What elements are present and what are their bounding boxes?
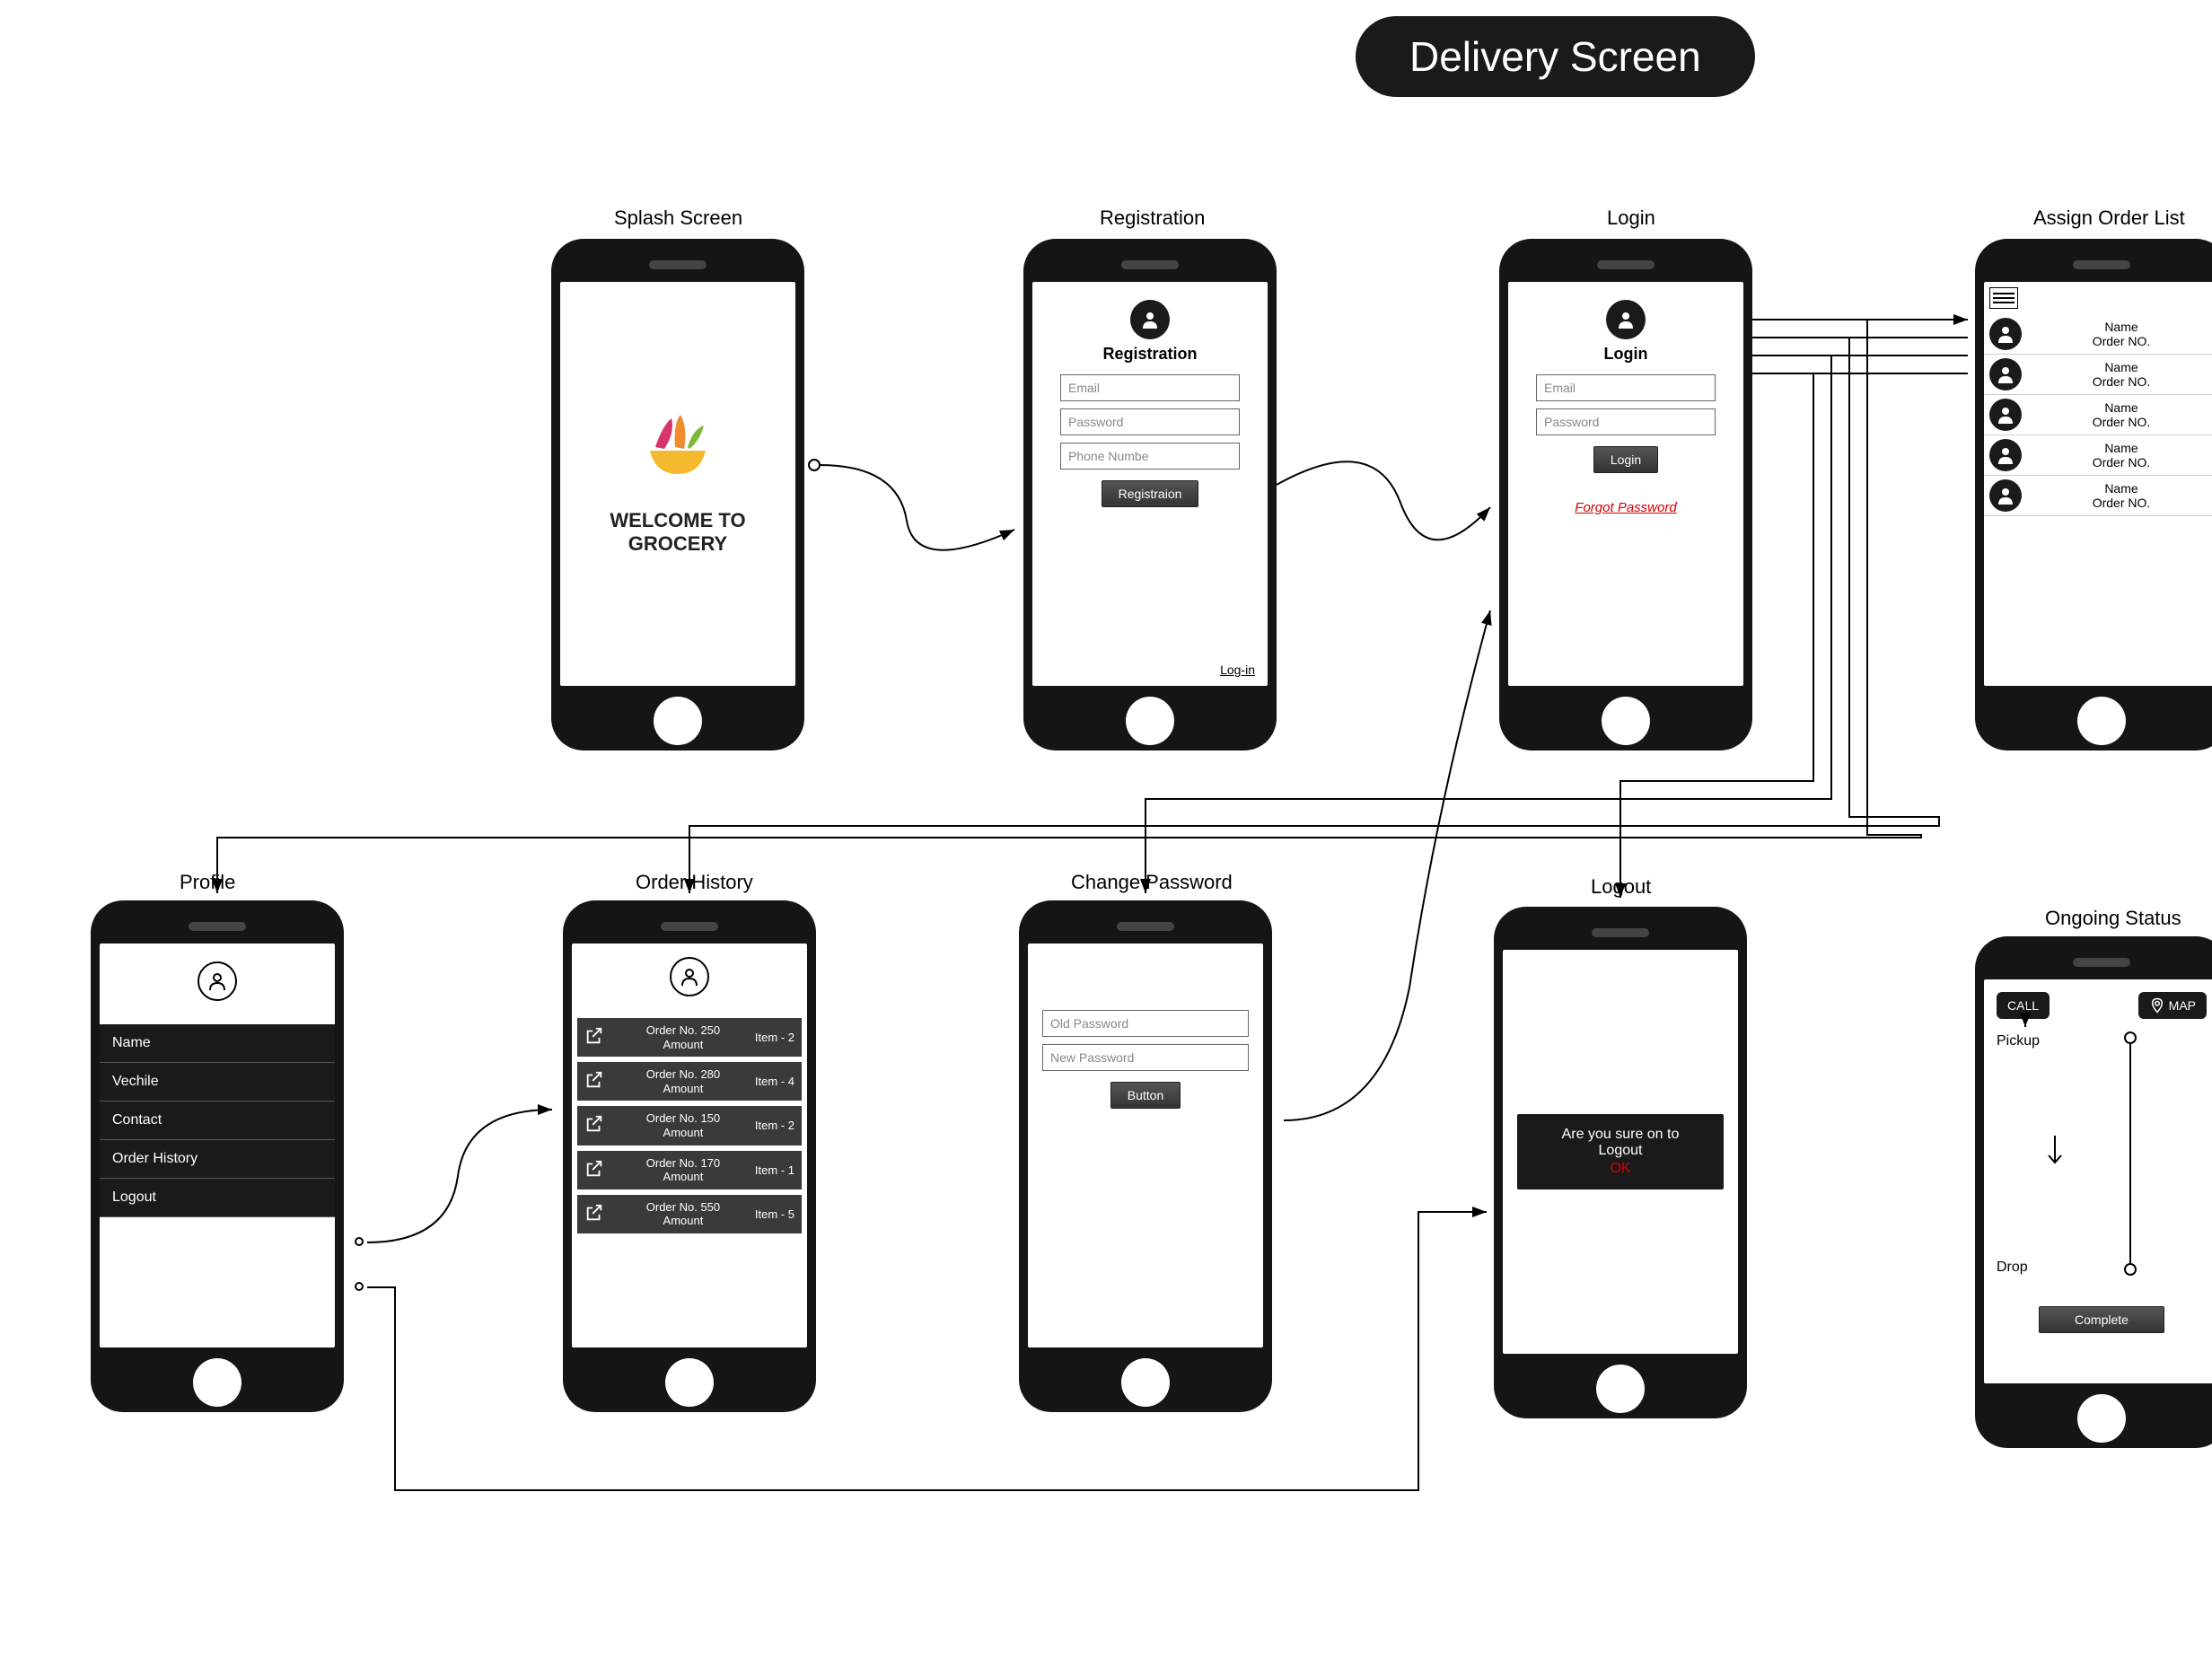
phone-login: Login Email Password Login Forgot Passwo… xyxy=(1499,239,1752,750)
share-icon xyxy=(584,1114,604,1137)
share-icon xyxy=(584,1203,604,1225)
phone-profile: Name Vechile Contact Order History Logou… xyxy=(91,900,344,1412)
order-list-item[interactable]: NameOrder NO. xyxy=(1984,435,2212,476)
splash-line2: GROCERY xyxy=(610,532,745,556)
phone-registration: Registration Email Password Phone Numbe … xyxy=(1023,239,1277,750)
phone-ongoing-status: CALL MAP Pickup Drop Complete xyxy=(1975,936,2212,1448)
drop-label: Drop xyxy=(1997,1260,2028,1276)
hamburger-icon[interactable] xyxy=(1989,287,2018,309)
phone-order-history: Order No. 250Amount Item - 2 Order No. 2… xyxy=(563,900,816,1412)
connector-dot xyxy=(355,1237,364,1246)
caption-splash: Splash Screen xyxy=(614,206,742,230)
logout-ok-button[interactable]: OK xyxy=(1530,1161,1711,1177)
pickup-label: Pickup xyxy=(1997,1033,2040,1049)
order-list-item[interactable]: NameOrder NO. xyxy=(1984,395,2212,435)
phone-splash: WELCOME TO GROCERY xyxy=(551,239,804,750)
order-list-item[interactable]: NameOrder NO. xyxy=(1984,476,2212,516)
user-icon xyxy=(670,957,709,996)
history-item[interactable]: Order No. 280Amount Item - 4 xyxy=(577,1062,802,1101)
profile-item-name[interactable]: Name xyxy=(100,1024,335,1063)
user-icon xyxy=(1606,300,1646,339)
history-item[interactable]: Order No. 550Amount Item - 5 xyxy=(577,1195,802,1233)
map-pin-icon xyxy=(2149,997,2165,1014)
caption-history: Order History xyxy=(636,871,753,894)
profile-item-contact[interactable]: Contact xyxy=(100,1102,335,1140)
splash-line1: WELCOME TO xyxy=(610,509,745,532)
caption-changepw: Change Password xyxy=(1071,871,1233,894)
caption-profile: Profile xyxy=(180,871,235,894)
new-password-field[interactable]: New Password xyxy=(1042,1044,1249,1071)
logout-dialog: Are you sure on to Logout OK xyxy=(1517,1114,1724,1189)
registration-button[interactable]: Registraion xyxy=(1102,480,1199,507)
old-password-field[interactable]: Old Password xyxy=(1042,1010,1249,1037)
user-icon xyxy=(1130,300,1170,339)
history-item[interactable]: Order No. 150Amount Item - 2 xyxy=(577,1106,802,1145)
order-list-item[interactable]: NameOrder NO. xyxy=(1984,314,2212,355)
phone-field[interactable]: Phone Numbe xyxy=(1060,443,1240,470)
profile-item-order-history[interactable]: Order History xyxy=(100,1140,335,1179)
login-heading: Login xyxy=(1604,345,1648,364)
user-icon xyxy=(198,961,237,1001)
diagram-title: Delivery Screen xyxy=(1356,16,1755,97)
password-field[interactable]: Password xyxy=(1536,408,1716,435)
complete-button[interactable]: Complete xyxy=(2039,1306,2164,1333)
share-icon xyxy=(584,1070,604,1093)
caption-ongoing: Ongoing Status xyxy=(2045,907,2181,930)
call-button[interactable]: CALL xyxy=(1997,992,2050,1019)
login-button[interactable]: Login xyxy=(1593,446,1658,473)
caption-logout: Logout xyxy=(1591,875,1651,899)
map-button[interactable]: MAP xyxy=(2138,992,2207,1019)
email-field[interactable]: Email xyxy=(1060,374,1240,401)
caption-assign: Assign Order List xyxy=(2033,206,2185,230)
caption-login: Login xyxy=(1607,206,1655,230)
registration-heading: Registration xyxy=(1102,345,1197,364)
caption-registration: Registration xyxy=(1100,206,1205,230)
history-item[interactable]: Order No. 170Amount Item - 1 xyxy=(577,1151,802,1189)
history-item[interactable]: Order No. 250Amount Item - 2 xyxy=(577,1018,802,1057)
order-list-item[interactable]: NameOrder NO. xyxy=(1984,355,2212,395)
share-icon xyxy=(584,1159,604,1181)
connector-dot xyxy=(355,1282,364,1291)
changepw-button[interactable]: Button xyxy=(1110,1082,1181,1109)
email-field[interactable]: Email xyxy=(1536,374,1716,401)
share-icon xyxy=(584,1026,604,1049)
logo-icon xyxy=(637,413,718,482)
profile-item-logout[interactable]: Logout xyxy=(100,1179,335,1217)
password-field[interactable]: Password xyxy=(1060,408,1240,435)
phone-change-password: Old Password New Password Button xyxy=(1019,900,1272,1412)
phone-logout: Are you sure on to Logout OK xyxy=(1494,907,1747,1418)
phone-assign-order: NameOrder NO. NameOrder NO. NameOrder NO… xyxy=(1975,239,2212,750)
profile-item-vehicle[interactable]: Vechile xyxy=(100,1063,335,1102)
forgot-password-link[interactable]: Forgot Password xyxy=(1575,500,1676,515)
login-link[interactable]: Log-in xyxy=(1220,663,1255,677)
